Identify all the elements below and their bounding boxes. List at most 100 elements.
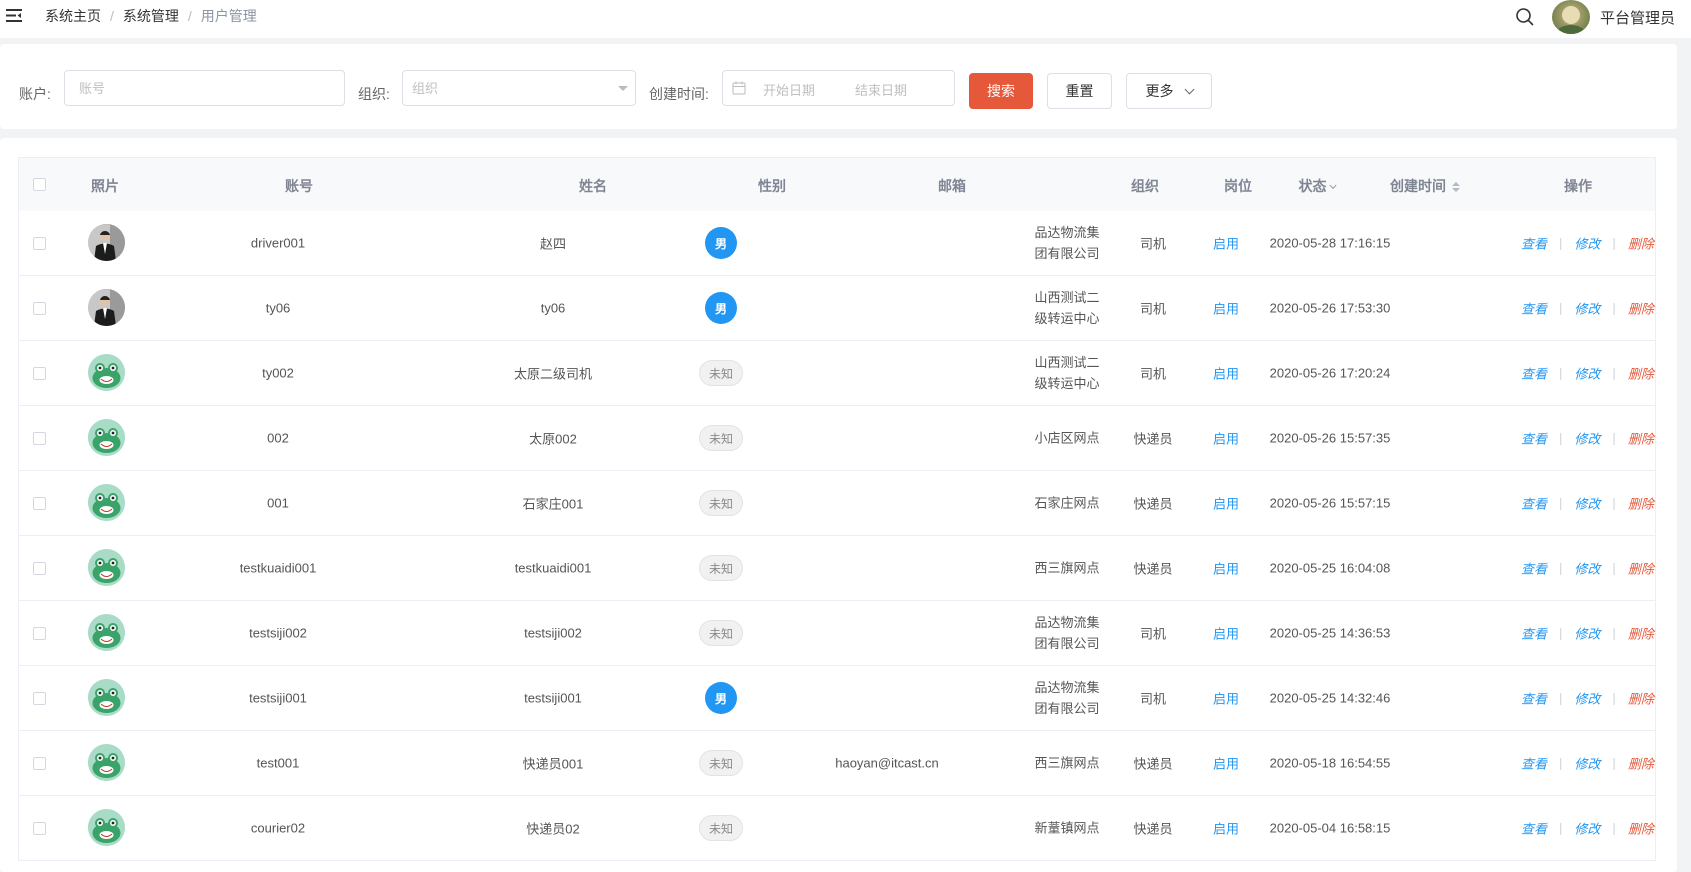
- gender-badge-male: 男: [705, 682, 737, 714]
- view-link[interactable]: 查看: [1521, 559, 1547, 578]
- delete-link[interactable]: 删除: [1628, 819, 1654, 838]
- breadcrumb-system[interactable]: 系统管理: [123, 6, 179, 26]
- search-button[interactable]: 搜索: [969, 73, 1033, 109]
- column-actions: 操作: [1564, 178, 1592, 194]
- view-link[interactable]: 查看: [1521, 364, 1547, 383]
- table-row: testkuaidi001 testkuaidi001 未知 西三旗网点 快递员 启用 20…: [19, 536, 1655, 601]
- row-checkbox[interactable]: [33, 692, 46, 705]
- delete-link[interactable]: 删除: [1628, 364, 1654, 383]
- delete-link[interactable]: 删除: [1628, 689, 1654, 708]
- cell-status-link[interactable]: 启用: [1213, 299, 1239, 318]
- view-link[interactable]: 查看: [1521, 429, 1547, 448]
- row-checkbox[interactable]: [33, 432, 46, 445]
- date-range-picker[interactable]: 开始日期 结束日期: [722, 70, 955, 106]
- cell-created: 2020-05-26 15:57:15: [1269, 495, 1391, 511]
- cell-gender: 未知: [699, 750, 743, 776]
- cell-org: 石家庄网点: [1034, 495, 1100, 511]
- view-link[interactable]: 查看: [1521, 754, 1547, 773]
- delete-link[interactable]: 删除: [1628, 559, 1654, 578]
- row-checkbox[interactable]: [33, 757, 46, 770]
- view-link[interactable]: 查看: [1521, 234, 1547, 253]
- row-actions: 查看 | 修改 | 删除: [1521, 559, 1654, 578]
- gender-badge-unknown: 未知: [699, 815, 743, 841]
- row-checkbox[interactable]: [33, 237, 46, 250]
- view-link[interactable]: 查看: [1521, 299, 1547, 318]
- more-button[interactable]: 更多: [1126, 73, 1212, 109]
- menu-fold-icon[interactable]: [6, 9, 22, 22]
- created-time-label: 创建时间:: [649, 86, 709, 102]
- cell-account: ty06: [265, 300, 291, 316]
- edit-link[interactable]: 修改: [1574, 689, 1600, 708]
- row-checkbox[interactable]: [33, 497, 46, 510]
- end-date-input[interactable]: 结束日期: [855, 80, 907, 99]
- cell-status-link[interactable]: 启用: [1213, 819, 1239, 838]
- row-checkbox[interactable]: [33, 302, 46, 315]
- reset-button[interactable]: 重置: [1047, 73, 1112, 109]
- cell-status-link[interactable]: 启用: [1213, 429, 1239, 448]
- action-separator: |: [1612, 560, 1616, 576]
- gender-badge-unknown: 未知: [699, 425, 743, 451]
- cell-name: 快递员001: [522, 756, 584, 772]
- edit-link[interactable]: 修改: [1574, 754, 1600, 773]
- more-button-label: 更多: [1145, 83, 1174, 99]
- user-avatar[interactable]: [1552, 0, 1590, 34]
- column-status[interactable]: 状态: [1299, 176, 1337, 196]
- delete-link[interactable]: 删除: [1628, 754, 1654, 773]
- search-icon[interactable]: [1515, 7, 1535, 27]
- cell-status-link[interactable]: 启用: [1213, 559, 1239, 578]
- account-input[interactable]: [64, 70, 345, 106]
- breadcrumb: 系统主页 / 系统管理 / 用户管理: [45, 6, 257, 26]
- user-name[interactable]: 平台管理员: [1600, 7, 1675, 28]
- column-created[interactable]: 创建时间: [1390, 176, 1460, 196]
- row-checkbox[interactable]: [33, 627, 46, 640]
- view-link[interactable]: 查看: [1521, 819, 1547, 838]
- edit-link[interactable]: 修改: [1574, 364, 1600, 383]
- delete-link[interactable]: 删除: [1628, 494, 1654, 513]
- edit-link[interactable]: 修改: [1574, 819, 1600, 838]
- action-separator: |: [1559, 560, 1563, 576]
- delete-link[interactable]: 删除: [1628, 429, 1654, 448]
- cell-created: 2020-05-28 17:16:15: [1269, 235, 1391, 251]
- edit-link[interactable]: 修改: [1574, 299, 1600, 318]
- cell-status-link[interactable]: 启用: [1213, 364, 1239, 383]
- org-select[interactable]: [402, 70, 636, 106]
- cell-status-link[interactable]: 启用: [1213, 494, 1239, 513]
- cell-account: testsiji002: [249, 625, 307, 641]
- delete-link[interactable]: 删除: [1628, 234, 1654, 253]
- cell-created: 2020-05-04 16:58:15: [1269, 820, 1391, 836]
- table-row: testsiji002 testsiji002 未知 品达物流集团有限公司 司机 启用 20…: [19, 601, 1655, 666]
- cell-status-link[interactable]: 启用: [1213, 754, 1239, 773]
- cell-gender: 未知: [699, 555, 743, 581]
- user-photo-person: [88, 289, 125, 326]
- row-checkbox[interactable]: [33, 562, 46, 575]
- cell-status-link[interactable]: 启用: [1213, 234, 1239, 253]
- edit-link[interactable]: 修改: [1574, 429, 1600, 448]
- action-separator: |: [1559, 365, 1563, 381]
- edit-link[interactable]: 修改: [1574, 559, 1600, 578]
- column-gender: 性别: [758, 178, 786, 194]
- cell-status-link[interactable]: 启用: [1213, 689, 1239, 708]
- sort-icon[interactable]: [1452, 181, 1460, 193]
- view-link[interactable]: 查看: [1521, 689, 1547, 708]
- view-link[interactable]: 查看: [1521, 494, 1547, 513]
- row-checkbox[interactable]: [33, 367, 46, 380]
- edit-link[interactable]: 修改: [1574, 494, 1600, 513]
- row-checkbox[interactable]: [33, 822, 46, 835]
- start-date-input[interactable]: 开始日期: [763, 80, 815, 99]
- delete-link[interactable]: 删除: [1628, 299, 1654, 318]
- breadcrumb-home[interactable]: 系统主页: [45, 6, 101, 26]
- user-photo-frog: [88, 484, 125, 521]
- cell-gender: 未知: [699, 425, 743, 451]
- cell-account: ty002: [262, 365, 294, 381]
- column-org: 组织: [1131, 178, 1159, 194]
- table-row: driver001 赵四 男 品达物流集团有限公司 司机 启用 2020-05-28 17:…: [19, 211, 1655, 276]
- select-all-checkbox[interactable]: [33, 178, 46, 191]
- cell-gender: 未知: [699, 620, 743, 646]
- column-name: 姓名: [579, 178, 607, 194]
- edit-link[interactable]: 修改: [1574, 234, 1600, 253]
- cell-status-link[interactable]: 启用: [1213, 624, 1239, 643]
- cell-name: 快递员02: [526, 821, 580, 837]
- edit-link[interactable]: 修改: [1574, 624, 1600, 643]
- delete-link[interactable]: 删除: [1628, 624, 1654, 643]
- view-link[interactable]: 查看: [1521, 624, 1547, 643]
